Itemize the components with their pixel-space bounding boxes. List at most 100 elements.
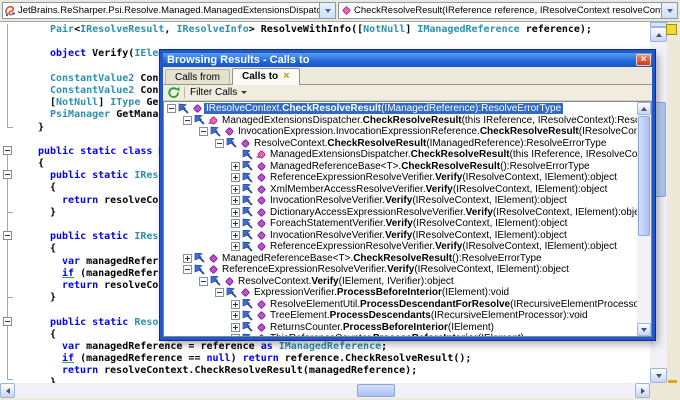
tree-row[interactable]: InvocationResolveVerifier.Verify(IResolv… — [164, 195, 637, 207]
collapse-icon[interactable] — [183, 116, 192, 125]
call-arrow-icon — [242, 241, 254, 252]
expand-icon[interactable] — [183, 254, 192, 263]
method-icon — [239, 138, 251, 149]
expand-icon[interactable] — [231, 300, 240, 309]
window-title: Browsing Results - Calls to — [167, 54, 309, 66]
expand-icon[interactable] — [231, 231, 240, 240]
scroll-left-button[interactable] — [0, 383, 15, 398]
tree-row[interactable]: DictionaryAccessExpressionResolveVerifie… — [164, 207, 637, 219]
scroll-down-button[interactable] — [650, 368, 667, 383]
window-title-bar[interactable]: Browsing Results - Calls to × — [163, 53, 652, 67]
refresh-button[interactable] — [167, 86, 180, 99]
chevron-down-icon[interactable] — [241, 91, 247, 94]
tree-row[interactable]: ExpressionVerifier.ProcessBeforeInterior… — [164, 287, 637, 299]
collapse-region-icon[interactable] — [3, 146, 12, 155]
tree-row[interactable]: ReferenceExpressionResolveVerifier.Verif… — [164, 264, 637, 276]
tab-close-icon[interactable]: × — [283, 71, 289, 82]
method-icon — [255, 241, 267, 252]
tree-row[interactable]: InvocationResolveVerifier.Verify(IResolv… — [164, 230, 637, 242]
method-icon — [255, 207, 267, 218]
tree-vertical-scrollbar[interactable] — [637, 102, 651, 336]
type-dropdown-arrow-button[interactable] — [319, 3, 335, 18]
scroll-up-button[interactable] — [650, 27, 667, 42]
tree-row[interactable]: ResolveContext.CheckResolveResult(IManag… — [164, 138, 637, 150]
member-dropdown[interactable]: CheckResolveResult(IReference reference,… — [338, 2, 678, 19]
expand-icon[interactable] — [231, 162, 240, 171]
method-icon — [223, 276, 235, 287]
tree-row[interactable]: ManagedReferenceBase<T>.CheckResolveResu… — [164, 253, 637, 265]
tree-row[interactable]: ManagedReferenceBase<T>.CheckResolveResu… — [164, 161, 637, 173]
expand-icon[interactable] — [231, 185, 240, 194]
call-arrow-icon — [194, 115, 206, 126]
tree-row[interactable]: ForeachStatementVerifier.Verify(IResolve… — [164, 218, 637, 230]
collapse-icon[interactable] — [199, 127, 208, 136]
editor-horizontal-scrollbar[interactable] — [0, 383, 650, 398]
code-line: var managedReference = reference as IMan… — [0, 341, 650, 353]
tree-row-label: ManagedReferenceBase<T>.CheckResolveResu… — [220, 253, 544, 264]
tree-row-label: ManagedExtensionsDispatcher.CheckResolve… — [220, 115, 637, 126]
type-dropdown-value: JetBrains.ReSharper.Psi.Resolve.Managed.… — [17, 5, 319, 16]
expand-icon[interactable] — [231, 196, 240, 205]
call-arrow-icon — [242, 218, 254, 229]
collapse-icon[interactable] — [167, 104, 176, 113]
tree-row[interactable]: ReturnsCounter.ProcessBeforeInterior(IEl… — [164, 322, 637, 334]
expand-icon[interactable] — [231, 219, 240, 228]
filter-calls-dropdown[interactable]: Filter Calls — [190, 87, 237, 98]
resharper-marker[interactable] — [668, 380, 677, 383]
scroll-right-button[interactable] — [635, 383, 650, 398]
collapse-icon[interactable] — [183, 265, 192, 274]
tree-row-label: ResolveContext.CheckResolveResult(IManag… — [252, 138, 608, 149]
method-icon — [255, 161, 267, 172]
collapse-icon[interactable] — [215, 139, 224, 148]
arrow-left-icon — [6, 388, 10, 394]
tab-calls-to[interactable]: Calls to × — [232, 68, 300, 85]
collapse-icon[interactable] — [199, 277, 208, 286]
tree-row[interactable]: TreeElement.ProcessDescendants(IRecursiv… — [164, 310, 637, 322]
type-dropdown[interactable]: JetBrains.ReSharper.Psi.Resolve.Managed.… — [2, 2, 336, 19]
arrow-right-icon — [641, 388, 645, 394]
collapse-region-icon[interactable] — [3, 231, 12, 240]
tree-row-label: ReferenceExpressionResolveVerifier.Verif… — [268, 241, 619, 252]
tree-row[interactable]: InvocationExpression.InvocationExpressio… — [164, 126, 637, 138]
collapse-region-icon[interactable] — [3, 170, 12, 179]
arrow-down-icon — [641, 328, 647, 332]
tree-row[interactable]: ReferenceExpressionResolveVerifier.Verif… — [164, 172, 637, 184]
arrow-down-icon — [656, 374, 662, 378]
resharper-status-indicator[interactable] — [666, 24, 677, 35]
expand-icon[interactable] — [231, 208, 240, 217]
expand-icon[interactable] — [231, 334, 240, 336]
collapse-region-icon[interactable] — [3, 317, 12, 326]
tab-strip: Calls from Calls to × — [163, 67, 652, 85]
tree-row[interactable]: ThisReferenceCounter.ProcessBeforeInteri… — [164, 333, 637, 336]
scroll-thumb[interactable] — [357, 384, 395, 397]
scroll-thumb[interactable] — [638, 116, 650, 236]
tree-row[interactable]: ReferenceExpressionResolveVerifier.Verif… — [164, 241, 637, 253]
expand-icon[interactable] — [231, 173, 240, 182]
tree-row-label: ForeachStatementVerifier.Verify(IResolve… — [268, 218, 569, 229]
editor-splitter-handle[interactable] — [650, 22, 667, 27]
expand-icon[interactable] — [231, 242, 240, 251]
member-dropdown-arrow-button[interactable] — [661, 3, 677, 18]
tree-row-label: IResolveContext.CheckResolveResult(IMana… — [204, 103, 563, 114]
arrow-up-icon — [656, 33, 662, 37]
tree-row[interactable]: ManagedExtensionsDispatcher.CheckResolve… — [164, 149, 637, 161]
tab-label: Calls to — [242, 71, 278, 82]
tree-row[interactable]: ManagedExtensionsDispatcher.CheckResolve… — [164, 115, 637, 127]
method-icon — [207, 253, 219, 264]
collapse-icon[interactable] — [215, 288, 224, 297]
expand-icon[interactable] — [231, 311, 240, 320]
tab-calls-from[interactable]: Calls from — [165, 69, 230, 84]
chevron-down-icon — [667, 9, 673, 13]
scroll-up-button[interactable] — [637, 102, 651, 115]
tree-row[interactable]: XmlMemberAccessResolveVerifier.Verify(IR… — [164, 184, 637, 196]
method-icon — [239, 287, 251, 298]
scroll-down-button[interactable] — [637, 323, 651, 336]
expand-icon[interactable] — [231, 323, 240, 332]
tree-row[interactable]: IResolveContext.CheckResolveResult(IMana… — [164, 103, 637, 115]
tree-row[interactable]: ResolveElementUtil.ProcessDescendantForR… — [164, 299, 637, 311]
close-button[interactable]: × — [636, 54, 651, 66]
call-arrow-icon — [242, 310, 254, 321]
call-arrow-icon — [178, 103, 190, 114]
tree-row[interactable]: ResolveContext.Verify(IElement, IVerifie… — [164, 276, 637, 288]
method-icon — [255, 172, 267, 183]
